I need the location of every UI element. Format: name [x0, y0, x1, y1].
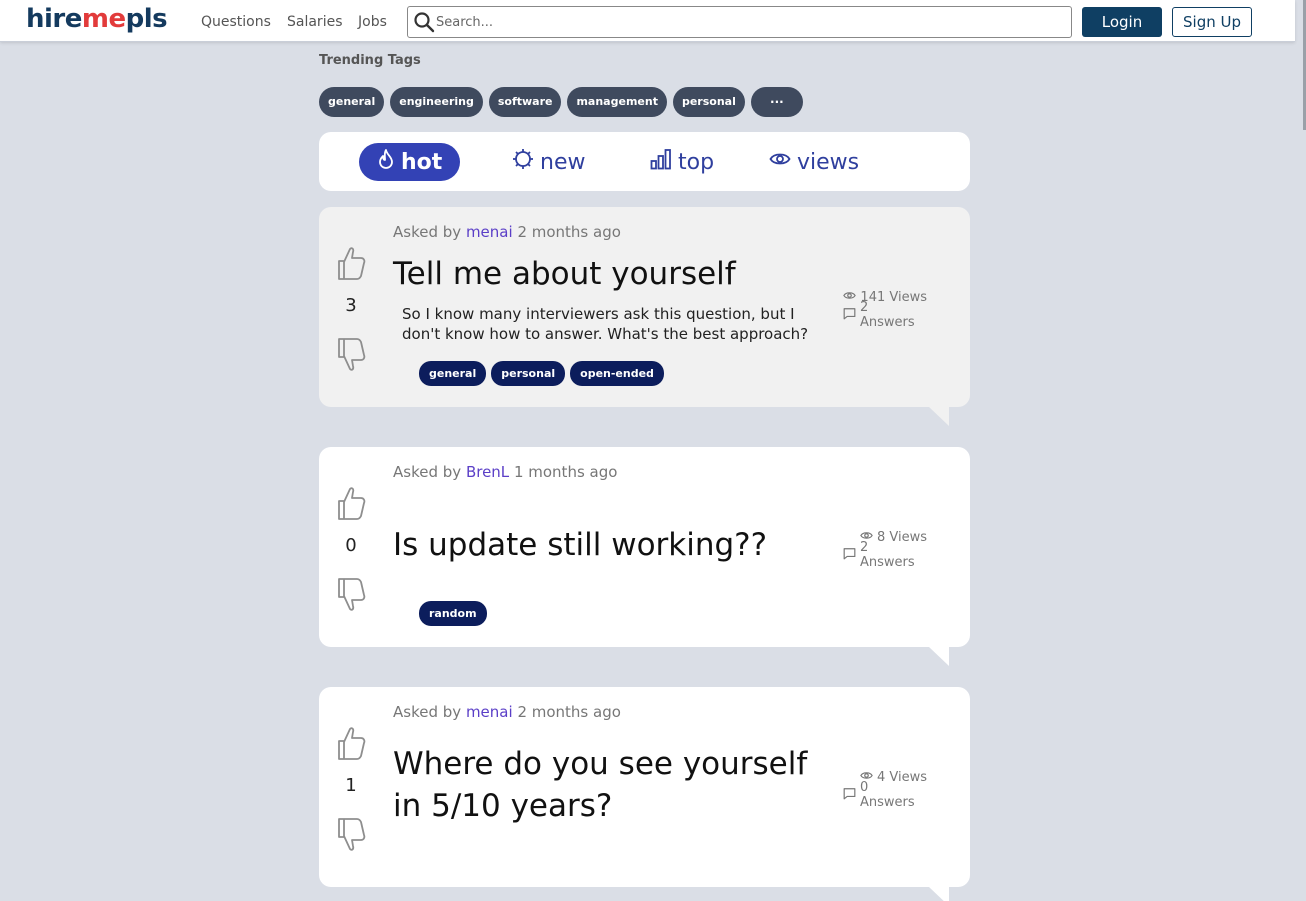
- answers-count: 2 Answers: [860, 300, 915, 330]
- question-tag[interactable]: open-ended: [570, 361, 664, 386]
- comment-icon: [843, 307, 856, 324]
- comment-icon: [843, 787, 856, 804]
- comment-icon: [843, 547, 856, 564]
- site-logo[interactable]: hiremepls: [26, 4, 168, 34]
- question-title[interactable]: Is update still working??: [393, 524, 833, 566]
- question-card: 0 Asked by BrenL 1 months ago Is update …: [319, 447, 970, 666]
- asked-by-line: Asked by menai 2 months ago: [393, 223, 621, 241]
- card-tail: [929, 647, 949, 666]
- eye-icon: [769, 148, 791, 176]
- bar-chart-icon: [650, 148, 672, 176]
- asked-by-line: Asked by menai 2 months ago: [393, 703, 621, 721]
- thumbs-up-icon[interactable]: [335, 723, 367, 767]
- nav-salaries[interactable]: Salaries: [287, 14, 343, 30]
- nav-jobs[interactable]: Jobs: [358, 14, 387, 30]
- vote-count: 3: [345, 295, 357, 316]
- vote-count: 0: [345, 535, 357, 556]
- card-tail: [929, 887, 949, 901]
- answers-count: 0 Answers: [860, 780, 915, 810]
- author-link[interactable]: menai: [466, 223, 513, 241]
- question-card: 3 Asked by menai 2 months ago Tell me ab…: [319, 207, 970, 426]
- tab-views[interactable]: views: [769, 143, 859, 181]
- question-title[interactable]: Where do you see yourself in 5/10 years?: [393, 743, 833, 827]
- question-body: So I know many interviewers ask this que…: [402, 305, 809, 343]
- question-stats: 8 Views 2 Answers: [843, 528, 927, 570]
- signup-button[interactable]: Sign Up: [1172, 7, 1252, 37]
- thumbs-down-icon[interactable]: [335, 335, 367, 379]
- sun-icon: [512, 148, 534, 176]
- search-box: [407, 6, 1072, 38]
- question-card: 1 Asked by menai 2 months ago Where do y…: [319, 687, 970, 901]
- question-tags: general personal open-ended: [419, 361, 664, 386]
- card-tail: [929, 407, 949, 426]
- thumbs-up-icon[interactable]: [335, 483, 367, 527]
- trending-tag[interactable]: general: [319, 87, 385, 117]
- vote-count: 1: [345, 775, 357, 796]
- login-button[interactable]: Login: [1082, 7, 1162, 37]
- question-stats: 141 Views 2 Answers: [843, 288, 927, 330]
- tab-top[interactable]: top: [650, 143, 714, 181]
- thumbs-down-icon[interactable]: [335, 575, 367, 619]
- question-tag[interactable]: general: [419, 361, 487, 386]
- tab-new[interactable]: new: [512, 143, 585, 181]
- trending-tags: general engineering software management …: [319, 87, 803, 117]
- tab-hot[interactable]: hot: [359, 143, 461, 181]
- trending-title: Trending Tags: [319, 53, 421, 68]
- question-tag[interactable]: random: [419, 601, 487, 626]
- top-navbar: hiremepls Questions Salaries Jobs Login …: [0, 0, 1295, 42]
- sort-bar: hot new top views: [319, 132, 970, 191]
- answers-count: 2 Answers: [860, 540, 915, 570]
- search-input[interactable]: [436, 12, 1056, 32]
- flame-icon: [377, 148, 395, 176]
- search-icon: [413, 11, 435, 37]
- trending-tag[interactable]: management: [567, 87, 667, 117]
- question-tag[interactable]: personal: [491, 361, 566, 386]
- question-tags: random: [419, 601, 487, 626]
- trending-tag[interactable]: personal: [672, 87, 745, 117]
- trending-tag[interactable]: software: [488, 87, 562, 117]
- question-stats: 4 Views 0 Answers: [843, 768, 927, 810]
- question-title[interactable]: Tell me about yourself: [393, 253, 833, 295]
- asked-by-line: Asked by BrenL 1 months ago: [393, 463, 618, 481]
- author-link[interactable]: BrenL: [466, 463, 509, 481]
- more-tags-button[interactable]: ···: [750, 87, 803, 117]
- trending-tag[interactable]: engineering: [390, 87, 483, 117]
- author-link[interactable]: menai: [466, 703, 513, 721]
- thumbs-down-icon[interactable]: [335, 815, 367, 859]
- nav-questions[interactable]: Questions: [201, 14, 271, 30]
- thumbs-up-icon[interactable]: [335, 243, 367, 287]
- eye-icon: [843, 289, 857, 306]
